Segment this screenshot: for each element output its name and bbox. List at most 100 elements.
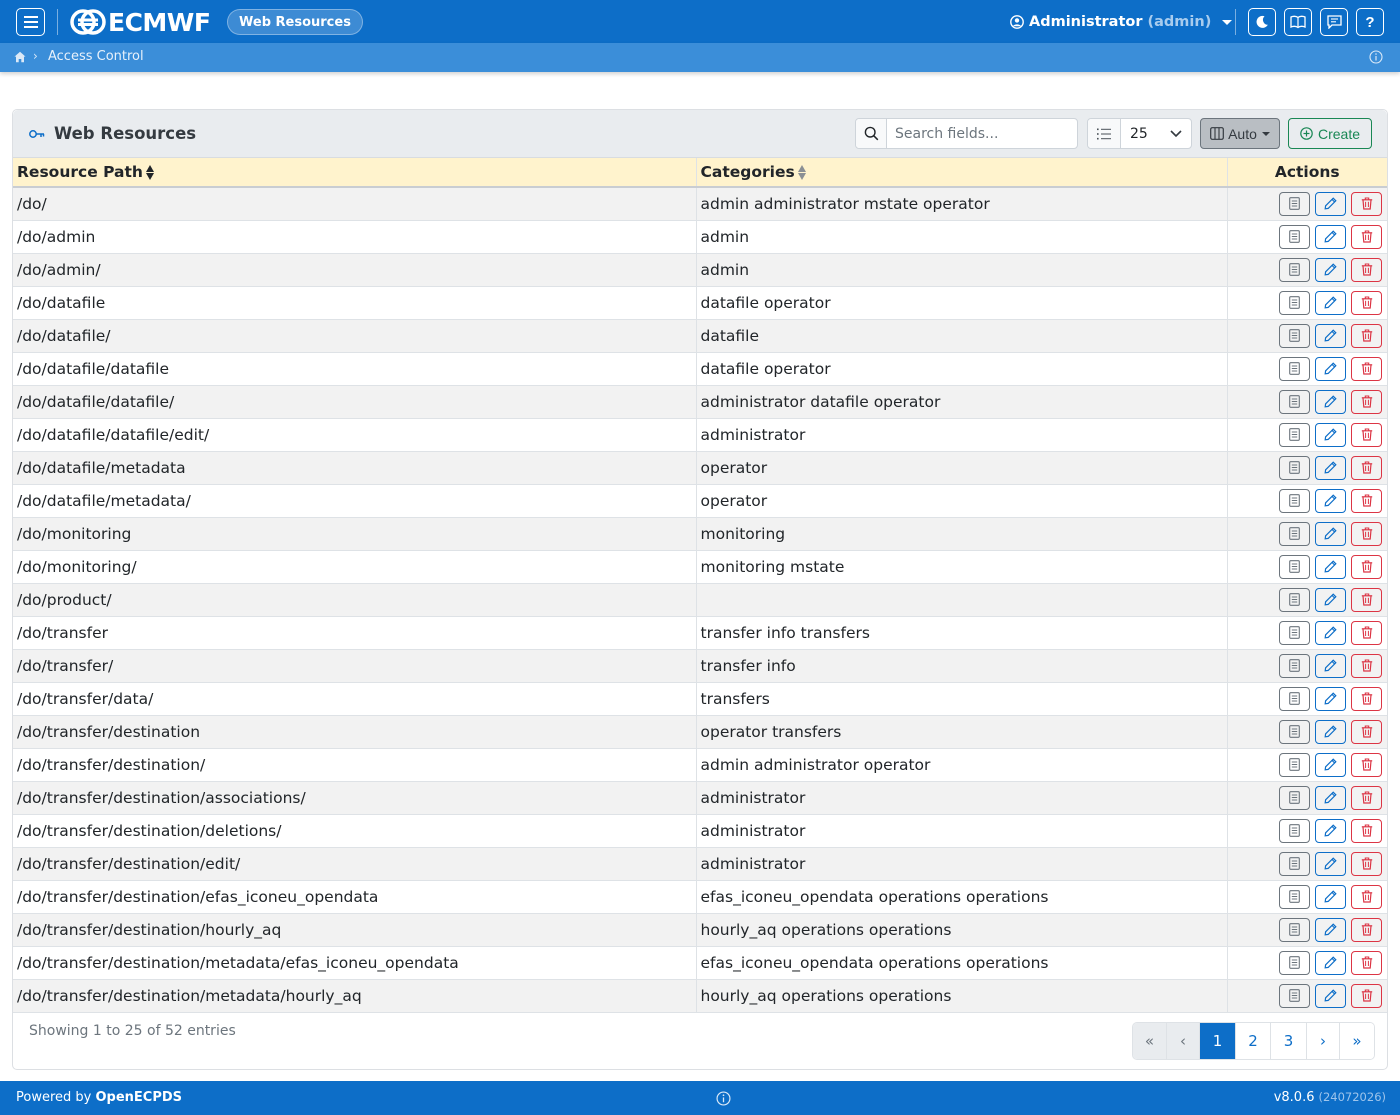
column-header-resource-path[interactable]: Resource Path bbox=[13, 158, 697, 188]
table-row[interactable]: /do/transfer/destination/hourly_aq hourly… bbox=[13, 913, 1387, 947]
edit-button[interactable] bbox=[1315, 290, 1346, 315]
edit-button[interactable] bbox=[1315, 323, 1346, 348]
edit-button[interactable] bbox=[1315, 422, 1346, 447]
table-row[interactable]: /do/product/ bbox=[13, 583, 1387, 617]
delete-button[interactable] bbox=[1351, 620, 1382, 645]
delete-button[interactable] bbox=[1351, 422, 1382, 447]
table-row[interactable]: /do/transfer/data/transfers bbox=[13, 682, 1387, 716]
table-row[interactable]: /do/admin/admin bbox=[13, 253, 1387, 287]
view-button[interactable] bbox=[1279, 521, 1310, 546]
edit-button[interactable] bbox=[1315, 983, 1346, 1008]
view-button[interactable] bbox=[1279, 752, 1310, 777]
columns-auto-button[interactable]: Auto bbox=[1200, 118, 1280, 149]
view-button[interactable] bbox=[1279, 422, 1310, 447]
delete-button[interactable] bbox=[1351, 224, 1382, 249]
table-row[interactable]: /do/datafile/datafile/edit/administrator bbox=[13, 418, 1387, 452]
page-button[interactable]: 1 bbox=[1200, 1023, 1236, 1059]
edit-button[interactable] bbox=[1315, 356, 1346, 381]
delete-button[interactable] bbox=[1351, 257, 1382, 282]
delete-button[interactable] bbox=[1351, 290, 1382, 315]
delete-button[interactable] bbox=[1351, 719, 1382, 744]
delete-button[interactable] bbox=[1351, 191, 1382, 216]
edit-button[interactable] bbox=[1315, 818, 1346, 843]
table-row[interactable]: /do/admin administrator mstate operator bbox=[13, 187, 1387, 221]
view-button[interactable] bbox=[1279, 554, 1310, 579]
view-button[interactable] bbox=[1279, 455, 1310, 480]
documentation-button[interactable] bbox=[1284, 8, 1312, 36]
view-button[interactable] bbox=[1279, 257, 1310, 282]
view-button[interactable] bbox=[1279, 653, 1310, 678]
delete-button[interactable] bbox=[1351, 950, 1382, 975]
view-button[interactable] bbox=[1279, 356, 1310, 381]
view-button[interactable] bbox=[1279, 488, 1310, 513]
table-row[interactable]: /do/datafile/metadata operator bbox=[13, 451, 1387, 485]
view-button[interactable] bbox=[1279, 983, 1310, 1008]
edit-button[interactable] bbox=[1315, 851, 1346, 876]
view-button[interactable] bbox=[1279, 950, 1310, 975]
page-button[interactable]: 3 bbox=[1271, 1023, 1307, 1059]
table-row[interactable]: /do/transfer/destination operator transfe… bbox=[13, 715, 1387, 749]
search-input[interactable] bbox=[887, 119, 1077, 148]
page-button[interactable]: 2 bbox=[1236, 1023, 1271, 1059]
edit-button[interactable] bbox=[1315, 719, 1346, 744]
view-button[interactable] bbox=[1279, 224, 1310, 249]
table-row[interactable]: /do/monitoring monitoring bbox=[13, 517, 1387, 551]
page-button[interactable]: » bbox=[1340, 1023, 1374, 1059]
table-row[interactable]: /do/transfer/transfer info bbox=[13, 649, 1387, 683]
edit-button[interactable] bbox=[1315, 224, 1346, 249]
ecmwf-logo[interactable]: ECMWF bbox=[70, 6, 211, 38]
view-button[interactable] bbox=[1279, 851, 1310, 876]
delete-button[interactable] bbox=[1351, 884, 1382, 909]
edit-button[interactable] bbox=[1315, 554, 1346, 579]
edit-button[interactable] bbox=[1315, 884, 1346, 909]
table-row[interactable]: /do/transfer/destination/admin administr… bbox=[13, 748, 1387, 782]
help-button[interactable]: ? bbox=[1356, 8, 1384, 36]
view-button[interactable] bbox=[1279, 818, 1310, 843]
create-button[interactable]: Create bbox=[1288, 118, 1372, 149]
table-row[interactable]: /do/transfer transfer info transfers bbox=[13, 616, 1387, 650]
home-icon[interactable] bbox=[14, 51, 26, 63]
delete-button[interactable] bbox=[1351, 752, 1382, 777]
delete-button[interactable] bbox=[1351, 323, 1382, 348]
edit-button[interactable] bbox=[1315, 455, 1346, 480]
menu-toggle-button[interactable] bbox=[16, 8, 45, 36]
edit-button[interactable] bbox=[1315, 257, 1346, 282]
edit-button[interactable] bbox=[1315, 917, 1346, 942]
edit-button[interactable] bbox=[1315, 785, 1346, 810]
edit-button[interactable] bbox=[1315, 389, 1346, 414]
edit-button[interactable] bbox=[1315, 191, 1346, 216]
table-row[interactable]: /do/transfer/destination/associations/ad… bbox=[13, 781, 1387, 815]
view-button[interactable] bbox=[1279, 785, 1310, 810]
table-row[interactable]: /do/datafile/metadata/operator bbox=[13, 484, 1387, 518]
info-icon[interactable] bbox=[716, 1091, 731, 1106]
info-icon[interactable] bbox=[1369, 50, 1383, 64]
delete-button[interactable] bbox=[1351, 785, 1382, 810]
table-row[interactable]: /do/datafile/datafile datafile operator bbox=[13, 352, 1387, 386]
delete-button[interactable] bbox=[1351, 488, 1382, 513]
delete-button[interactable] bbox=[1351, 356, 1382, 381]
edit-button[interactable] bbox=[1315, 653, 1346, 678]
delete-button[interactable] bbox=[1351, 917, 1382, 942]
delete-button[interactable] bbox=[1351, 389, 1382, 414]
view-button[interactable] bbox=[1279, 290, 1310, 315]
messages-button[interactable] bbox=[1320, 8, 1348, 36]
table-row[interactable]: /do/datafile datafile operator bbox=[13, 286, 1387, 320]
edit-button[interactable] bbox=[1315, 752, 1346, 777]
delete-button[interactable] bbox=[1351, 455, 1382, 480]
view-button[interactable] bbox=[1279, 917, 1310, 942]
delete-button[interactable] bbox=[1351, 521, 1382, 546]
table-row[interactable]: /do/transfer/destination/metadata/efas_i… bbox=[13, 946, 1387, 980]
edit-button[interactable] bbox=[1315, 686, 1346, 711]
view-button[interactable] bbox=[1279, 686, 1310, 711]
view-button[interactable] bbox=[1279, 323, 1310, 348]
view-button[interactable] bbox=[1279, 389, 1310, 414]
table-row[interactable]: /do/admin admin bbox=[13, 220, 1387, 254]
table-row[interactable]: /do/transfer/destination/deletions/admin… bbox=[13, 814, 1387, 848]
section-pill[interactable]: Web Resources bbox=[227, 9, 363, 35]
page-length-select[interactable]: 25 bbox=[1087, 118, 1192, 149]
edit-button[interactable] bbox=[1315, 488, 1346, 513]
view-button[interactable] bbox=[1279, 620, 1310, 645]
view-button[interactable] bbox=[1279, 719, 1310, 744]
delete-button[interactable] bbox=[1351, 554, 1382, 579]
delete-button[interactable] bbox=[1351, 653, 1382, 678]
